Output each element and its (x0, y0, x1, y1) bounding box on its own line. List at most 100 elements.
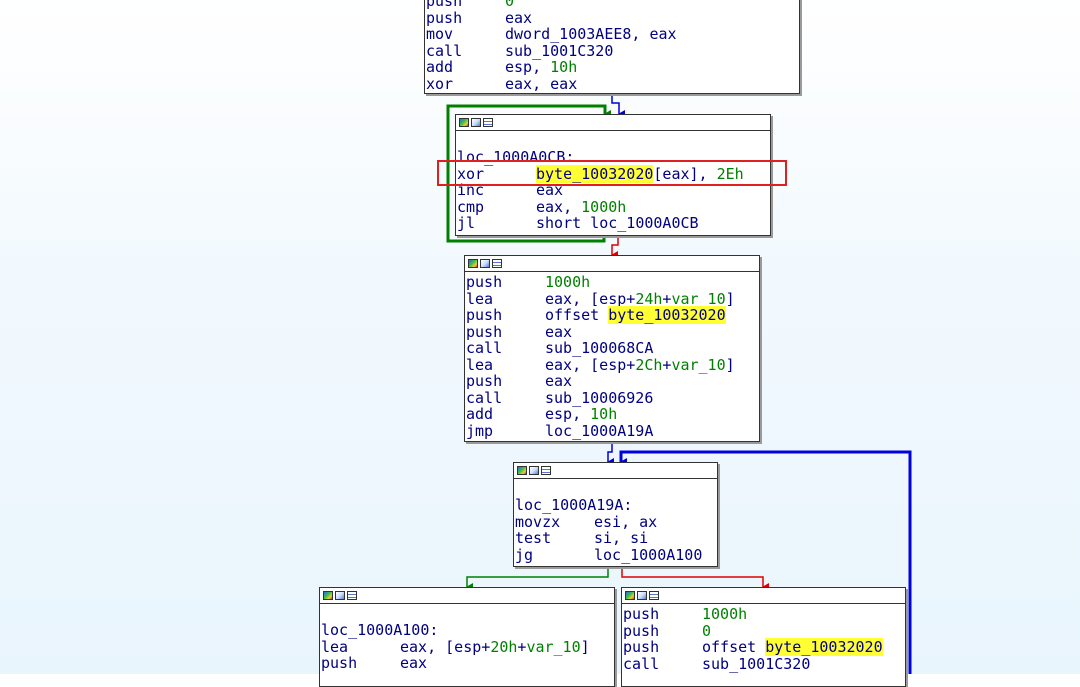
asm-instruction-line[interactable]: lea eax, [esp+24h+var_10] (466, 289, 759, 308)
operand: loc_1000A19A (545, 421, 654, 440)
mnemonic: lea (466, 355, 494, 374)
mnemonic: lea (466, 289, 494, 308)
asm-instruction-line[interactable]: cmp eax, 1000h (457, 197, 770, 216)
code-label[interactable]: loc_1000A100: (321, 621, 438, 639)
operand: eax (505, 8, 533, 27)
mnemonic: push (466, 322, 503, 341)
operand: sub_100068CA (545, 339, 654, 357)
mnemonic: call (466, 339, 503, 357)
text-view-icon[interactable] (347, 591, 357, 600)
operand: sub_1001C320 (505, 41, 614, 60)
text-view-icon[interactable] (483, 118, 493, 127)
asm-instruction-line[interactable]: call sub_10006926 (466, 388, 759, 407)
node-titlebar (456, 115, 770, 131)
graph-view-icon[interactable] (625, 591, 635, 600)
edit-node-icon[interactable] (637, 591, 647, 600)
edit-node-icon[interactable] (529, 466, 539, 475)
edge-a-to-b (611, 94, 625, 118)
operand: eax, [esp+ (545, 355, 636, 374)
asm-instruction-line[interactable]: movzx esi, ax (515, 512, 717, 531)
code-block-c[interactable]: push 1000h lea eax, [esp+24h+var_10] push off… (464, 255, 760, 442)
asm-instruction-line[interactable]: push 0 (623, 621, 905, 640)
asm-lines: push 1000h lea eax, [esp+24h+var_10] push off… (465, 272, 759, 439)
mnemonic: add (426, 58, 454, 76)
asm-instruction-line[interactable]: push 0 (426, 0, 799, 10)
operand: eax (545, 372, 573, 390)
operand: ] (725, 355, 735, 374)
edit-node-icon[interactable] (480, 259, 490, 268)
asm-instruction-line[interactable]: add esp, 10h (466, 406, 759, 423)
operand: dword_1003AEE8, eax (505, 25, 677, 43)
text-view-icon[interactable] (492, 259, 502, 268)
asm-instruction-line[interactable]: push eax (321, 655, 614, 672)
asm-instruction-line[interactable]: push eax (466, 373, 759, 390)
operand: eax (545, 322, 573, 341)
text-view-icon[interactable] (649, 591, 659, 600)
operand: offset (545, 306, 609, 324)
mnemonic: movzx (515, 512, 561, 531)
asm-instruction-line[interactable]: push 1000h (623, 606, 905, 623)
operand: eax, [esp+ (400, 637, 491, 656)
operand: 10h (550, 58, 578, 76)
code-label[interactable]: loc_1000A19A: (515, 496, 632, 514)
highlighted-operand[interactable]: byte_10032020 (765, 638, 883, 656)
asm-instruction-line[interactable]: lea eax, [esp+2Ch+var_10] (466, 355, 759, 374)
code-block-f[interactable]: push 1000h push 0 push offset byte_10032020 ca… (621, 587, 906, 687)
node-titlebar (465, 256, 759, 272)
operand: offset (702, 638, 766, 656)
asm-instruction-line[interactable]: push 1000h (466, 274, 759, 291)
asm-lines: push 0 push eax mov dword_1003AEE8, eax call su… (425, 0, 799, 92)
graph-view-icon[interactable] (459, 118, 469, 127)
operand: eax, eax (505, 74, 578, 93)
operand: eax, (536, 197, 582, 216)
asm-instruction-line[interactable]: call sub_100068CA (466, 340, 759, 357)
mnemonic: push (321, 654, 358, 672)
mnemonic: jmp (466, 421, 494, 440)
asm-label-line[interactable]: loc_1000A19A: (515, 497, 717, 514)
mnemonic: push (466, 306, 503, 324)
asm-instruction-line[interactable]: push offset byte_10032020 (466, 306, 759, 324)
edit-node-icon[interactable] (471, 118, 481, 127)
operand: 1000h (545, 273, 591, 291)
code-block-a[interactable]: push 0 push eax mov dword_1003AEE8, eax call su… (424, 0, 800, 94)
graph-view-icon[interactable] (517, 466, 527, 475)
asm-instruction-line[interactable]: jg loc_1000A100 (515, 545, 717, 564)
asm-instruction-line[interactable]: mov dword_1003AEE8, eax (426, 26, 799, 43)
mnemonic: jl (457, 214, 476, 232)
operand: 20h (490, 637, 518, 656)
asm-label-line[interactable]: loc_1000A100: (321, 622, 614, 639)
mnemonic: test (515, 529, 552, 547)
asm-instruction-line[interactable]: jmp loc_1000A19A (466, 421, 759, 440)
edge-c-to-d (607, 442, 614, 466)
mnemonic: call (466, 388, 503, 407)
asm-lines: loc_1000A100: lea eax, [esp+20h+var_10] pus… (320, 604, 614, 672)
node-titlebar (320, 588, 614, 604)
code-block-loc-1000a19a[interactable]: loc_1000A19A: movzx esi, ax test si, si jg loc… (513, 462, 718, 567)
asm-instruction-line[interactable]: jl short loc_1000A0CB (457, 215, 770, 232)
highlighted-operand[interactable]: byte_10032020 (608, 306, 726, 324)
text-view-icon[interactable] (541, 466, 551, 475)
asm-instruction-line[interactable]: test si, si (515, 530, 717, 547)
asm-instruction-line[interactable]: lea eax, [esp+20h+var_10] (321, 637, 614, 656)
asm-instruction-line[interactable]: push offset byte_10032020 (623, 638, 905, 656)
operand: 0 (702, 621, 712, 640)
operand: esi, ax (594, 512, 658, 531)
code-block-loc-1000a100[interactable]: loc_1000A100: lea eax, [esp+20h+var_10] pus… (319, 587, 615, 687)
operand: var_10 (526, 637, 581, 656)
asm-instruction-line[interactable]: push eax (426, 8, 799, 27)
operand: 1000h (702, 605, 748, 623)
asm-instruction-line[interactable]: push eax (466, 322, 759, 341)
edit-node-icon[interactable] (335, 591, 345, 600)
asm-lines: loc_1000A19A: movzx esi, ax test si, si jg loc… (514, 479, 717, 563)
asm-instruction-line[interactable]: add esp, 10h (426, 59, 799, 76)
operand: loc_1000A100 (594, 545, 703, 564)
mnemonic: push (623, 605, 660, 623)
asm-instruction-line[interactable]: xor eax, eax (426, 74, 799, 93)
mnemonic: lea (321, 637, 349, 656)
mnemonic: call (426, 41, 463, 60)
graph-view-icon[interactable] (323, 591, 333, 600)
asm-instruction-line[interactable]: call sub_1001C320 (623, 655, 905, 673)
asm-instruction-line[interactable]: call sub_1001C320 (426, 41, 799, 60)
operand: esp, (545, 405, 591, 423)
graph-view-icon[interactable] (468, 259, 478, 268)
